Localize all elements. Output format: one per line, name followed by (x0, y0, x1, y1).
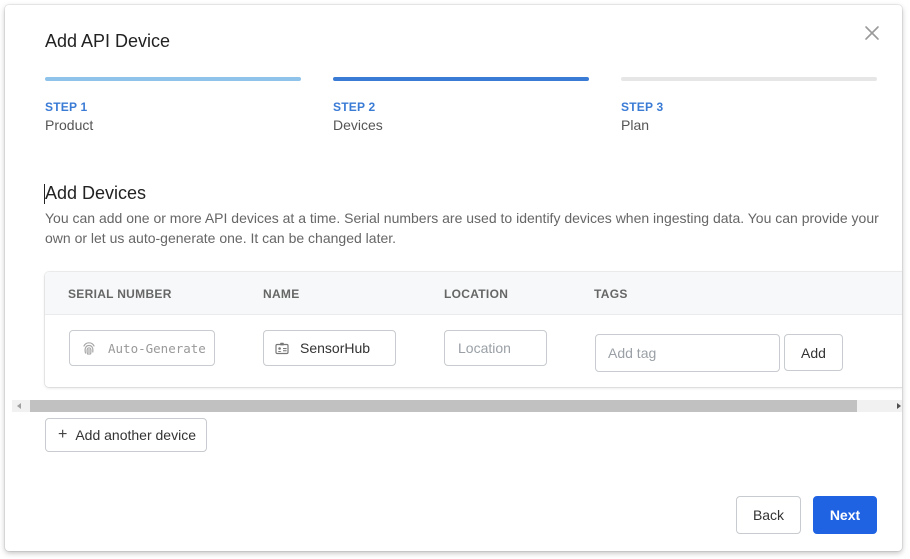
add-another-device-label: Add another device (75, 427, 196, 443)
close-icon[interactable] (863, 24, 881, 42)
step-number: STEP 3 (621, 100, 664, 114)
scroll-right-arrow-icon[interactable] (897, 403, 901, 409)
serial-number-input[interactable]: Auto-Generate (69, 330, 215, 366)
scrollbar-thumb[interactable] (30, 400, 857, 412)
location-placeholder: Location (458, 340, 511, 356)
add-api-device-modal: Add API Device STEP 1 Product STEP 2 Dev… (5, 5, 902, 551)
add-tag-input[interactable]: Add tag (595, 334, 780, 372)
device-name-input[interactable]: SensorHub (263, 330, 396, 366)
next-button[interactable]: Next (813, 496, 877, 534)
devices-table: SERIAL NUMBER NAME LOCATION TAGS Auto-Ge… (45, 272, 902, 387)
step-number: STEP 2 (333, 100, 376, 114)
section-title: Add Devices (45, 183, 147, 203)
step-number: STEP 1 (45, 100, 88, 114)
step-devices: STEP 2 Devices (333, 77, 589, 133)
scroll-left-arrow-icon[interactable] (17, 403, 21, 409)
column-header-name: NAME (263, 287, 300, 301)
step-product: STEP 1 Product (45, 77, 301, 133)
step-progress-bar (621, 77, 877, 81)
step-name: Devices (333, 117, 383, 133)
next-button-label: Next (829, 507, 861, 523)
step-progress-bar (45, 77, 301, 81)
step-name: Plan (621, 117, 650, 133)
plus-icon: + (58, 426, 68, 443)
back-button-label: Back (752, 507, 785, 523)
serial-number-placeholder: Auto-Generate (108, 340, 206, 356)
id-badge-icon (275, 342, 289, 355)
table-header: SERIAL NUMBER NAME LOCATION TAGS (45, 272, 902, 315)
column-header-tags: TAGS (594, 287, 628, 301)
add-another-device-button[interactable]: + Add another device (45, 418, 207, 452)
add-tag-placeholder: Add tag (608, 345, 657, 361)
column-header-serial-number: SERIAL NUMBER (68, 287, 172, 301)
step-name: Product (45, 117, 94, 133)
column-header-location: LOCATION (444, 287, 509, 301)
add-tag-button[interactable]: Add (784, 334, 843, 371)
section-description: You can add one or more API devices at a… (45, 210, 879, 246)
fingerprint-icon (81, 340, 97, 356)
device-name-value: SensorHub (300, 340, 371, 356)
location-input[interactable]: Location (444, 330, 547, 366)
back-button[interactable]: Back (736, 496, 801, 534)
modal-title: Add API Device (45, 31, 171, 51)
add-tag-button-label: Add (801, 344, 826, 361)
step-plan: STEP 3 Plan (621, 77, 877, 133)
horizontal-scrollbar[interactable] (12, 400, 902, 412)
step-progress-bar (333, 77, 589, 81)
